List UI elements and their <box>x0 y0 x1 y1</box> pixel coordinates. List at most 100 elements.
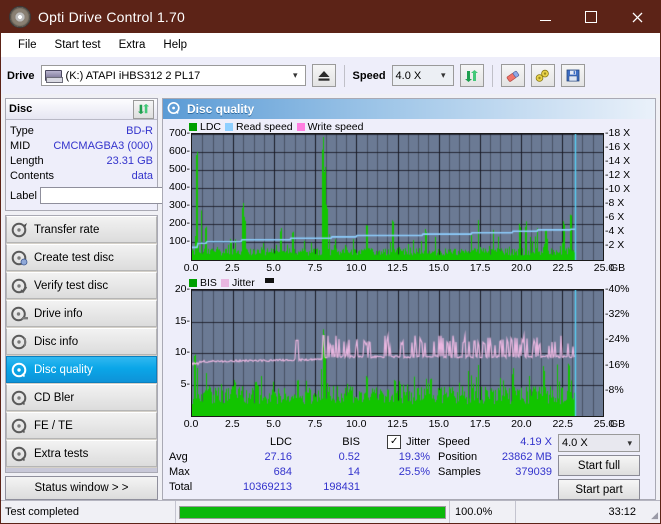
legend-label: LDC <box>200 121 221 133</box>
x-axis-unit: GB <box>610 262 625 274</box>
y2-tick-label: -12 X <box>605 169 630 181</box>
status-message: Test completed <box>1 501 176 523</box>
left-column: Disc Type BD-R MID CMCMAGBA3 (000) <box>5 98 158 500</box>
maximize-button[interactable] <box>568 1 614 33</box>
title-bar: Opti Drive Control 1.70 <box>1 1 660 33</box>
refresh-button[interactable] <box>460 64 484 87</box>
content-header: Disc quality <box>163 99 655 119</box>
progress-container <box>176 501 449 523</box>
stats-row-labels: Avg Max Total <box>169 434 214 500</box>
y-tick-label: 400- <box>169 181 190 193</box>
start-part-button[interactable]: Start part <box>558 479 640 500</box>
sidebar-item-label: Disc info <box>34 336 78 348</box>
resize-grip[interactable]: ◢ <box>644 501 660 523</box>
disc-rate-icon <box>11 222 28 238</box>
stats-label-position: Position <box>438 449 490 464</box>
disc-refresh-button[interactable] <box>133 100 154 119</box>
sidebar-item-disc-quality[interactable]: Disc quality <box>6 356 157 383</box>
menu-file[interactable]: File <box>9 36 46 54</box>
y2-tick-label: -6 X <box>605 211 624 223</box>
x-tick-label: 10.0 <box>346 418 366 430</box>
jitter-header: ✓ Jitter <box>387 434 430 449</box>
erase-button[interactable] <box>501 64 525 87</box>
bis-chart-legend: BIS Jitter <box>165 276 653 289</box>
ldc-chart: LDC Read speed Write speed 100-200-300-4… <box>165 120 653 276</box>
disc-row-length-key: Length <box>10 155 44 167</box>
stats-label-speed: Speed <box>438 434 490 449</box>
disc-panel-title: Disc <box>9 103 32 115</box>
stats-samples-value: 379039 <box>515 464 552 479</box>
menu-help[interactable]: Help <box>154 36 196 54</box>
toolbar-separator <box>344 65 345 87</box>
x-tick-label: 12.5 <box>387 418 407 430</box>
save-button[interactable] <box>561 64 585 87</box>
stats-jitter-spacer <box>427 479 430 494</box>
sidebar-item-extra-tests[interactable]: Extra tests <box>6 440 157 467</box>
close-button[interactable] <box>614 1 660 33</box>
test-speed-select[interactable]: 4.0 X ▾ <box>558 434 640 452</box>
stats-label-max: Max <box>169 464 214 479</box>
sidebar-item-create-test-disc[interactable]: Create test disc <box>6 244 157 271</box>
x-tick-label: 20.0 <box>511 262 531 274</box>
sidebar-item-verify-test-disc[interactable]: Verify test disc <box>6 272 157 299</box>
jitter-checkbox[interactable]: ✓ <box>387 435 401 449</box>
disc-verify-icon <box>11 278 28 294</box>
extra-tests-icon <box>11 446 28 462</box>
legend-swatch <box>189 279 197 287</box>
y2-tick-label: -32% <box>605 308 630 320</box>
y-tick-label: 200- <box>169 217 190 229</box>
disc-label-key: Label <box>10 190 37 202</box>
legend-read-speed: Read speed <box>225 121 293 133</box>
x-tick-label: 17.5 <box>470 262 490 274</box>
sidebar-item-disc-info[interactable]: Disc info <box>6 328 157 355</box>
menu-bar: File Start test Extra Help <box>1 33 660 56</box>
stats-col-meta-labels: Speed Position Samples <box>438 434 490 500</box>
stats-jitter-max: 25.5% <box>399 464 430 479</box>
legend-bis: BIS <box>189 277 217 289</box>
speed-select-value: 4.0 X <box>396 70 422 82</box>
drive-select-value: (K:) ATAPI iHBS312 2 PL17 <box>66 70 201 82</box>
menu-start-test[interactable]: Start test <box>46 36 110 54</box>
status-window-button[interactable]: Status window > > <box>5 476 158 500</box>
minimize-button[interactable] <box>522 1 568 33</box>
start-full-button[interactable]: Start full <box>558 455 640 476</box>
y2-tick-label: -40% <box>605 283 630 295</box>
y2-tick-label: -10 X <box>605 183 630 195</box>
x-tick-label: 22.5 <box>552 262 572 274</box>
stats-header-spacer <box>169 434 214 449</box>
bis-x-axis: 0.02.55.07.510.012.515.017.520.022.525.0… <box>191 417 653 432</box>
sidebar-item-cd-bler[interactable]: CD Bler <box>6 384 157 411</box>
drive-info-icon <box>11 306 28 322</box>
speed-select[interactable]: 4.0 X ▾ <box>392 65 454 86</box>
disc-quality-icon <box>11 362 28 378</box>
legend-swatch <box>225 123 233 131</box>
disc-row-type-value: BD-R <box>126 125 153 137</box>
x-tick-label: 15.0 <box>429 262 449 274</box>
x-tick-label: 12.5 <box>387 262 407 274</box>
drive-select[interactable]: (K:) ATAPI iHBS312 2 PL17 ▾ <box>41 65 306 86</box>
sidebar-item-label: Drive info <box>34 308 83 320</box>
eject-button[interactable] <box>312 64 336 87</box>
drive-toolbar: Drive (K:) ATAPI iHBS312 2 PL17 ▾ Speed … <box>1 56 660 94</box>
menu-extra[interactable]: Extra <box>110 36 155 54</box>
x-tick-label: 0.0 <box>184 262 199 274</box>
sidebar-item-label: Disc quality <box>34 364 93 376</box>
tools-button[interactable] <box>531 64 555 87</box>
y-tick-label: 15- <box>175 315 190 327</box>
window-title: Opti Drive Control 1.70 <box>38 9 185 25</box>
sidebar-item-transfer-rate[interactable]: Transfer rate <box>6 216 157 243</box>
elapsed-time: 33:12 <box>515 501 644 523</box>
y-tick-label: 10- <box>175 346 190 358</box>
progress-bar <box>179 506 446 519</box>
sidebar-item-drive-info[interactable]: Drive info <box>6 300 157 327</box>
disc-row-length-value: 23.31 GB <box>107 155 153 167</box>
legend-swatch-hidden <box>265 278 274 283</box>
test-nav-list: Transfer rate Create test disc Verify te… <box>5 215 158 473</box>
ldc-chart-legend: LDC Read speed Write speed <box>165 120 653 133</box>
disc-icon <box>9 6 31 28</box>
y2-tick-label: -2 X <box>605 239 624 251</box>
sidebar-item-fe-te[interactable]: FE / TE <box>6 412 157 439</box>
bis-plot-row: 5-10-15-20- -8%-16%-24%-32%-40% <box>165 289 653 417</box>
disc-panel-header: Disc <box>6 99 157 120</box>
charts-area: LDC Read speed Write speed 100-200-300-4… <box>163 119 655 499</box>
